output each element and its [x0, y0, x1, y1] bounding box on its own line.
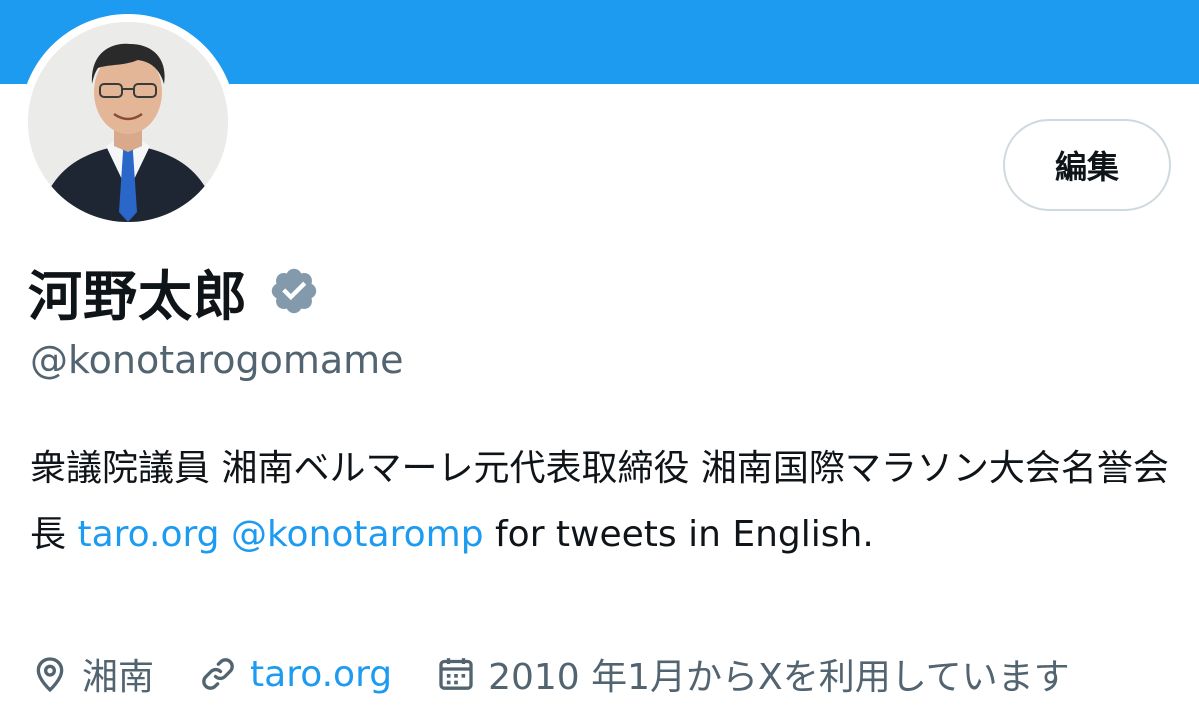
display-name: 河野太郎: [28, 264, 248, 328]
profile-meta: 湘南 taro.org 2010 年1月からXを利用しています: [30, 648, 1114, 700]
joined-text: 2010 年1月からXを利用しています: [488, 657, 1070, 698]
avatar-photo: [28, 22, 228, 222]
bio-website-link[interactable]: taro.org: [77, 514, 219, 555]
website-link[interactable]: taro.org: [250, 654, 392, 695]
name-row: 河野太郎: [28, 256, 320, 328]
link-icon: [202, 658, 234, 690]
bio-mention-link[interactable]: @konotaromp: [231, 514, 484, 555]
joined-item: 2010 年1月からXを利用しています: [436, 648, 1070, 700]
bio-text-english: for tweets in English.: [483, 514, 874, 555]
profile-page: 編集 河野太郎 @konotarogomame 衆議院議員 湘南ベルマーレ元代表…: [0, 0, 1199, 706]
avatar[interactable]: [20, 14, 236, 230]
verified-badge-icon[interactable]: [268, 265, 320, 317]
location-text: 湘南: [82, 657, 155, 698]
user-handle: @konotarogomame: [30, 338, 404, 382]
profile-bio: 衆議院議員 湘南ベルマーレ元代表取締役 湘南国際マラソン大会名誉会長 taro.…: [30, 436, 1180, 568]
location-item: 湘南: [30, 648, 154, 700]
edit-profile-button[interactable]: 編集: [1003, 119, 1171, 211]
bio-space: [220, 514, 231, 555]
website-item: taro.org: [198, 654, 392, 695]
calendar-icon: [439, 658, 473, 690]
location-pin-icon: [36, 657, 64, 693]
